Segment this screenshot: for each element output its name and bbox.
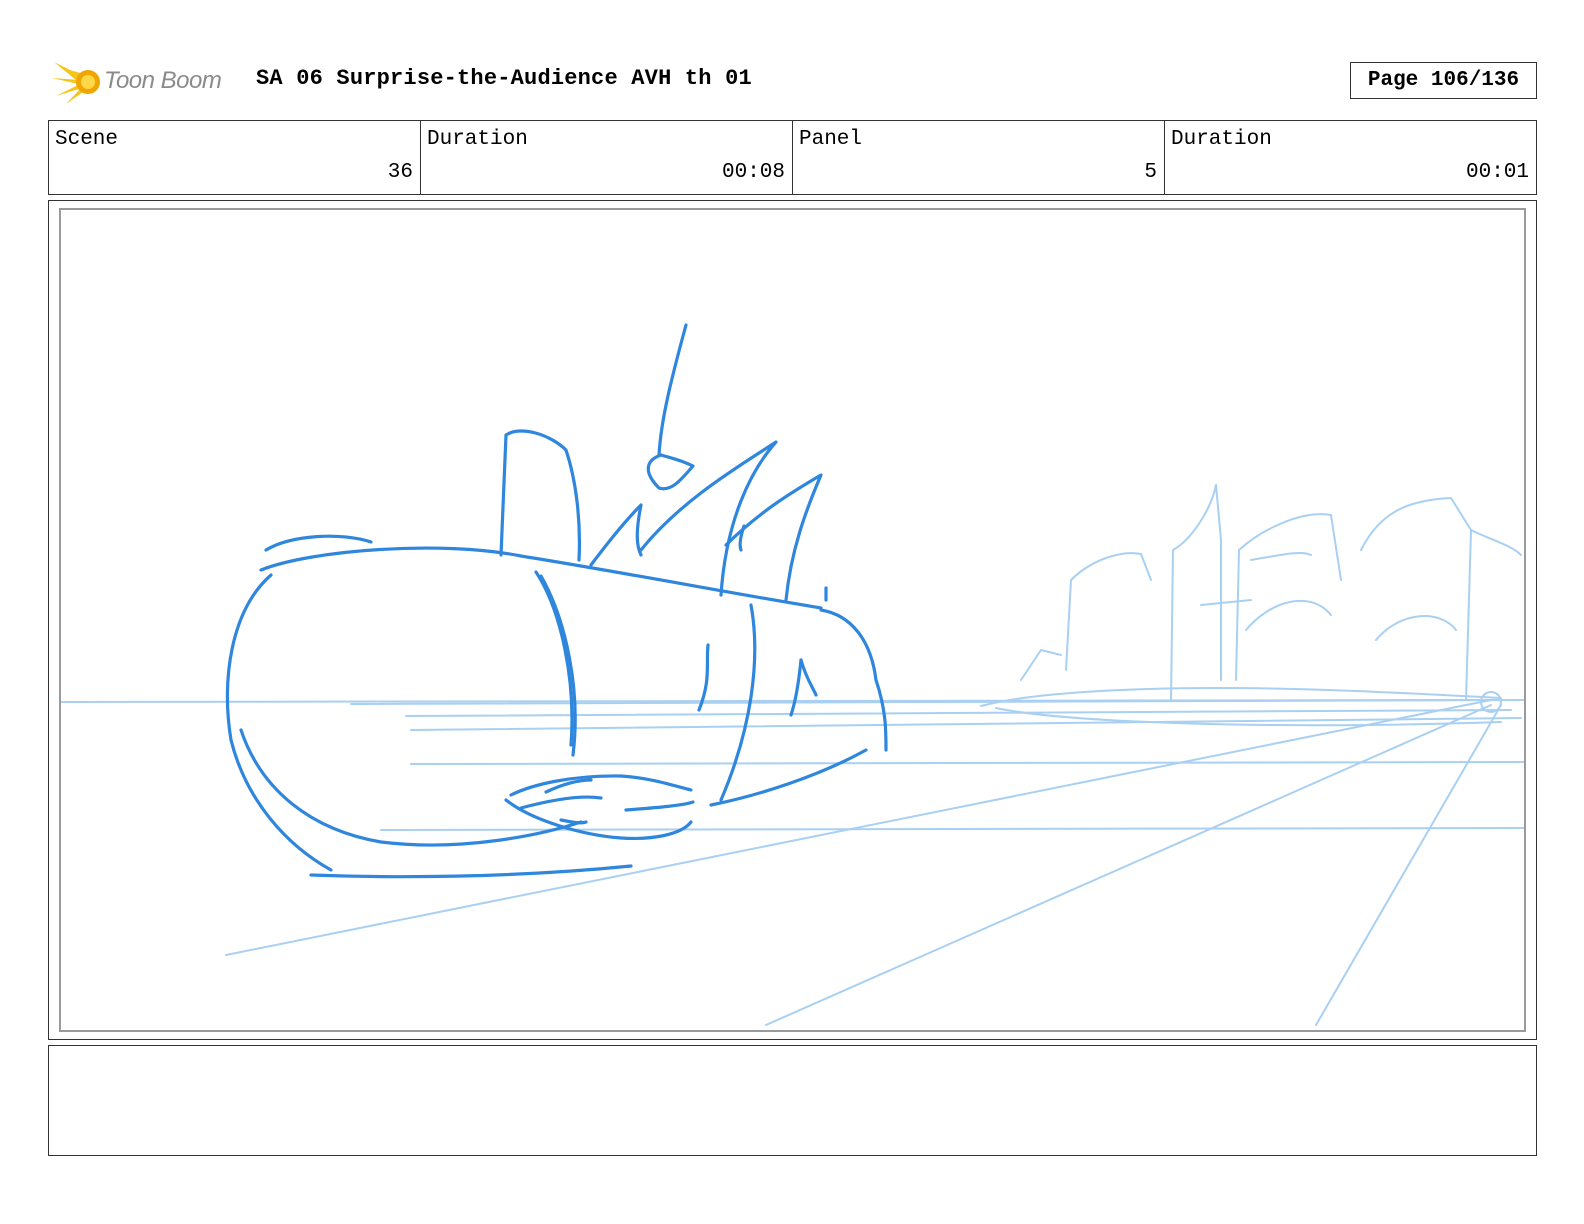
panel-label: Panel xyxy=(799,128,863,151)
storyboard-panel-image xyxy=(59,208,1526,1032)
character-sketch xyxy=(225,323,888,879)
page-indicator: Page 106/136 xyxy=(1350,62,1537,99)
panel-cell: Panel 5 xyxy=(793,121,1165,194)
scene-value: 36 xyxy=(387,161,413,184)
document-title: SA 06 Surprise-the-Audience AVH th 01 xyxy=(256,66,752,91)
background-sketch xyxy=(61,484,1524,1026)
scene-duration-value: 00:08 xyxy=(721,161,785,184)
scene-duration-cell: Duration 00:08 xyxy=(421,121,793,194)
scene-cell: Scene 36 xyxy=(49,121,421,194)
toon-boom-logo-icon xyxy=(52,62,100,104)
scene-label: Scene xyxy=(55,128,119,151)
logo-text: Toon Boom xyxy=(104,67,222,94)
panel-duration-value: 00:01 xyxy=(1465,161,1529,184)
panel-duration-label: Duration xyxy=(1171,128,1272,151)
toon-boom-logo: Toon Boom xyxy=(52,56,240,106)
panel-duration-cell: Duration 00:01 xyxy=(1165,121,1536,194)
scene-duration-label: Duration xyxy=(427,128,528,151)
scene-info-table: Scene 36 Duration 00:08 Panel 5 Duration… xyxy=(48,120,1537,195)
panel-notes-box xyxy=(48,1045,1537,1156)
panel-value: 5 xyxy=(1144,161,1157,184)
sketch-drawing xyxy=(61,323,1524,1026)
